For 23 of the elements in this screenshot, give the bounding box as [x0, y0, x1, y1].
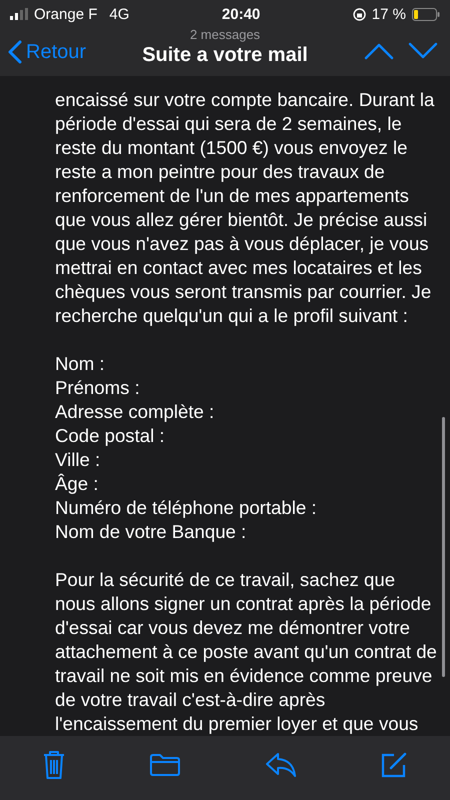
form-field-label: Adresse complète : — [55, 400, 216, 424]
rotation-lock-icon — [352, 8, 366, 20]
form-field-label: Prénoms : — [55, 376, 141, 400]
chevron-up-icon — [364, 42, 394, 60]
signal-icon — [10, 8, 28, 20]
message-count: 2 messages — [190, 28, 260, 42]
carrier: Orange F — [34, 6, 98, 22]
chevron-left-icon — [8, 40, 22, 64]
clock: 20:40 — [222, 6, 260, 22]
form-field-label: Ville : — [55, 448, 102, 472]
back-button[interactable]: Retour — [8, 40, 86, 64]
chevron-down-icon — [408, 42, 438, 60]
thread-title: Suite a votre mail — [142, 43, 308, 68]
network-type: 4G — [109, 6, 130, 22]
form-field-label: Code postal : — [55, 424, 166, 448]
form-field-label: Numéro de téléphone portable : — [55, 496, 318, 520]
battery-icon — [412, 8, 440, 20]
battery-percent: 17 % — [372, 6, 406, 22]
message-paragraph: Pour la sécurité de ce travail, sachez que nous allons signer un contrat après la période d'essai car vous devez me démontrer votre attachement à ce poste avant qu'un contrat de travail ne soit mis en évidence comme preuve de votre travail c'est-à-dire après l'encaissement du premier loyer et que vous — [55, 568, 438, 736]
message-paragraph: encaissé sur votre compte bancaire. Durant la période d'essai qui sera de 2 semaines, le reste du montant (1500 €) vous envoyez le reste a mon peintre pour des travaux de renforcement de l'un de mes appartements que vous allez gérer bientôt. Je précise aussi que vous n'avez pas à vous déplacer, je vous mettrai en contact avec mes locataires et les chèques vous seront transmis par courrier. Je recherche quelqu'un qui a le profil suivant : — [55, 88, 436, 328]
form-field-label: Âge : — [55, 472, 100, 496]
form-field-label: Nom : — [55, 352, 106, 376]
form-field-label: Nom de votre Banque : — [55, 520, 248, 544]
